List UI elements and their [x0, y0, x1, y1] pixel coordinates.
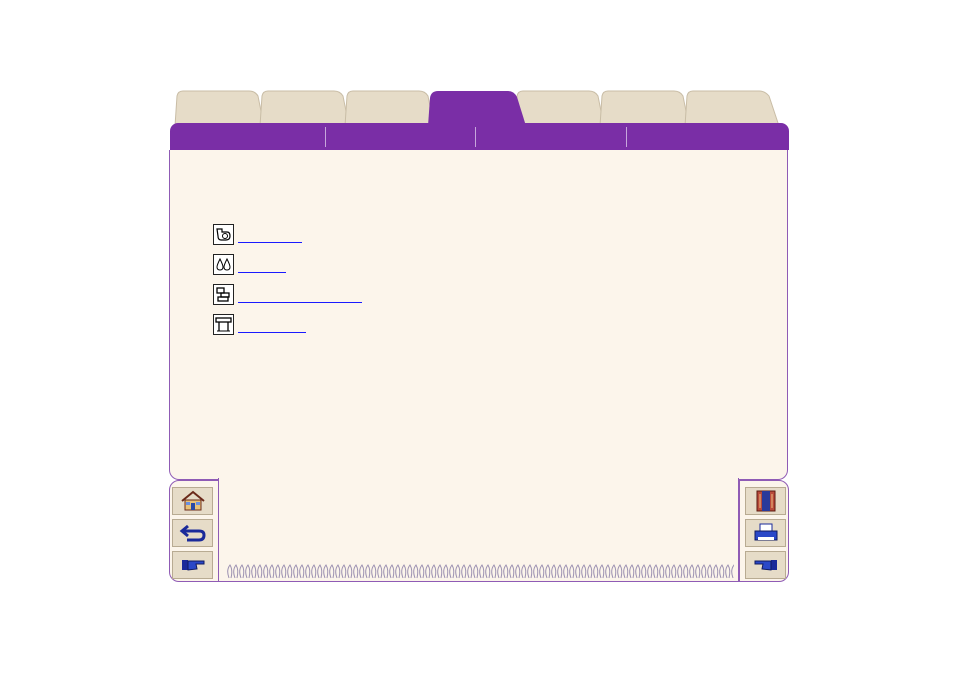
components-icon[interactable] [213, 284, 234, 305]
tab-4-active[interactable] [428, 90, 528, 126]
link-list [213, 223, 362, 343]
link-text[interactable] [238, 231, 302, 243]
next-hand-icon [181, 560, 204, 571]
link-text[interactable] [238, 321, 306, 333]
print-button[interactable] [745, 519, 786, 547]
home-button[interactable] [172, 487, 213, 515]
list-item[interactable] [213, 283, 362, 305]
spiral-binding [227, 564, 734, 579]
back-button[interactable] [172, 519, 213, 547]
tab-7[interactable] [683, 90, 781, 126]
tab-2[interactable] [258, 90, 350, 126]
drum-icon[interactable] [213, 224, 234, 245]
subnav-divider [325, 127, 326, 147]
back-arrow-icon [179, 524, 206, 542]
subnav-divider [626, 127, 627, 147]
contents-button[interactable] [745, 487, 786, 515]
next-page-button[interactable] [172, 551, 213, 579]
previous-page-button[interactable] [745, 551, 786, 579]
tab-6[interactable] [598, 90, 690, 126]
subnav-divider [475, 127, 476, 147]
print-icon [754, 523, 777, 541]
ink-drops-icon[interactable] [213, 254, 234, 275]
previous-hand-icon [754, 560, 777, 571]
printer-stand-icon[interactable] [213, 314, 234, 335]
list-item[interactable] [213, 313, 362, 335]
tab-3[interactable] [343, 90, 435, 126]
link-text[interactable] [238, 261, 286, 273]
list-item[interactable] [213, 223, 362, 245]
contents-book-icon [756, 490, 775, 512]
tab-1[interactable] [173, 90, 265, 126]
list-item[interactable] [213, 253, 362, 275]
subnav-bar [170, 123, 789, 150]
link-text[interactable] [238, 291, 362, 303]
home-icon [180, 490, 205, 511]
